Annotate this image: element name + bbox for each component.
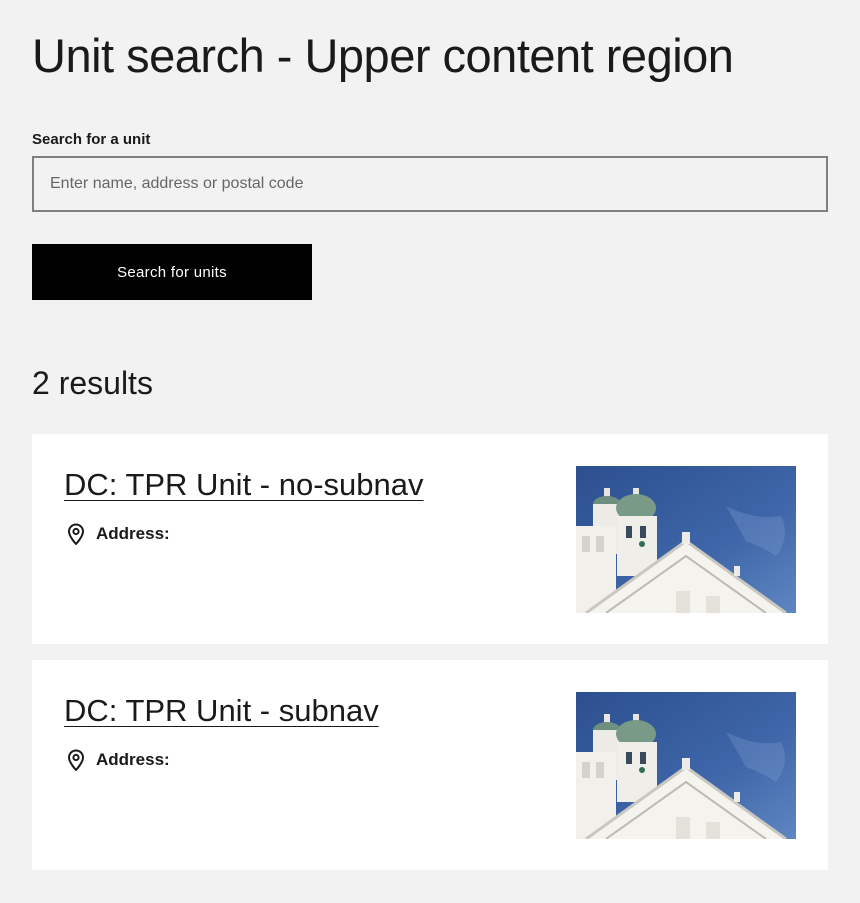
address-row: Address:: [64, 522, 170, 546]
search-button[interactable]: Search for units: [32, 244, 312, 300]
location-pin-icon: [64, 522, 88, 546]
location-pin-icon: [64, 748, 88, 772]
results-list: DC: TPR Unit - no-subnav Address: DC: TP…: [32, 434, 828, 870]
cathedral-photo: [576, 466, 796, 613]
address-label: Address:: [96, 750, 170, 769]
page-title: Unit search - Upper content region: [32, 29, 734, 82]
results-count: 2 results: [32, 365, 153, 401]
result-card: DC: TPR Unit - no-subnav Address:: [32, 434, 828, 644]
cathedral-photo: [576, 692, 796, 839]
result-title-link[interactable]: DC: TPR Unit - subnav: [64, 690, 379, 732]
address-label: Address:: [96, 524, 170, 543]
result-title-link[interactable]: DC: TPR Unit - no-subnav: [64, 464, 424, 506]
result-card: DC: TPR Unit - subnav Address:: [32, 660, 828, 870]
unit-search-page: Unit search - Upper content region Searc…: [0, 0, 860, 903]
search-label: Search for a unit: [32, 131, 151, 148]
address-row: Address:: [64, 748, 170, 772]
search-input[interactable]: [32, 156, 828, 212]
